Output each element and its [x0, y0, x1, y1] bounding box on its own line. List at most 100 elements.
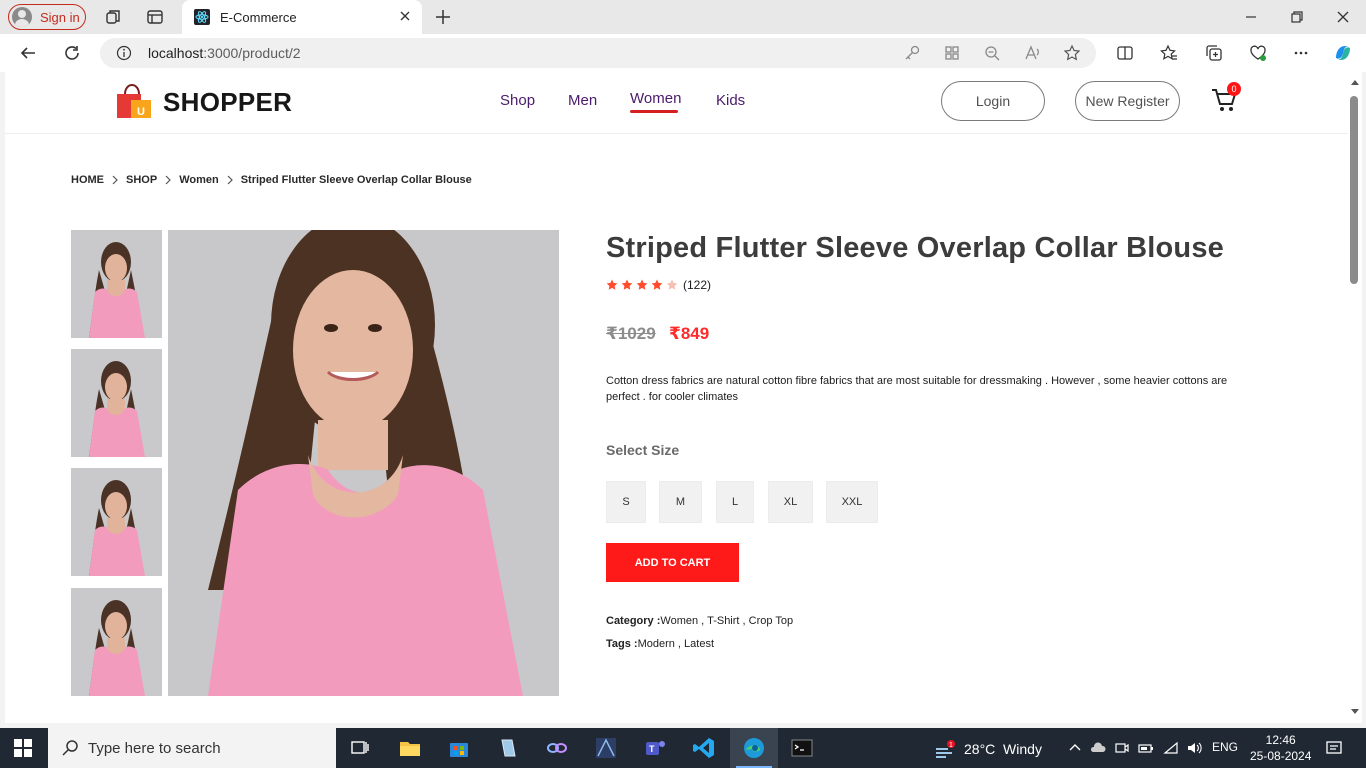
chevron-right-icon	[165, 175, 172, 185]
breadcrumb-category[interactable]: Women	[179, 174, 219, 186]
nav-shop[interactable]: Shop	[500, 92, 535, 109]
product-thumbnail[interactable]	[71, 588, 162, 696]
vscode-icon[interactable]	[692, 736, 716, 760]
browser-tab-active[interactable]: E-Commerce	[182, 0, 422, 34]
star-filled-icon	[636, 279, 648, 290]
chevron-right-icon	[112, 175, 118, 185]
category-label: Category :	[606, 615, 661, 627]
nav-men[interactable]: Men	[568, 92, 597, 109]
notes-app-icon[interactable]	[496, 736, 520, 760]
product-thumbnail[interactable]	[71, 468, 162, 576]
brand-name[interactable]: SHOPPER	[163, 87, 292, 118]
taskbar-clock[interactable]: 12:46 25-08-2024	[1250, 732, 1311, 764]
onedrive-icon[interactable]	[1090, 740, 1106, 756]
wifi-icon[interactable]	[1163, 740, 1179, 756]
close-tab-icon[interactable]	[398, 9, 412, 23]
language-indicator[interactable]: ENG	[1212, 740, 1238, 754]
taskbar-search-input[interactable]: Type here to search	[48, 728, 336, 768]
link-app-icon[interactable]	[545, 736, 569, 760]
size-option-xxl[interactable]: XXL	[826, 481, 878, 523]
react-favicon-icon	[194, 9, 210, 25]
page-scrollbar[interactable]	[1348, 72, 1362, 723]
review-count: (122)	[683, 278, 712, 292]
scroll-down-icon[interactable]	[1350, 708, 1360, 716]
close-window-icon[interactable]	[1334, 8, 1352, 26]
scroll-up-icon[interactable]	[1350, 78, 1360, 86]
split-screen-icon[interactable]	[1116, 44, 1134, 62]
zoom-out-icon[interactable]	[983, 44, 1001, 62]
file-explorer-icon[interactable]	[398, 736, 422, 760]
minimize-icon[interactable]	[1242, 8, 1260, 26]
product-thumbnail[interactable]	[71, 349, 162, 457]
shopper-bag-logo-icon[interactable]: U	[113, 80, 155, 122]
terminal-icon[interactable]	[790, 736, 814, 760]
chevron-up-icon[interactable]	[1067, 740, 1083, 756]
login-button[interactable]: Login	[941, 81, 1045, 121]
weather-widget[interactable]: 1 28°C Windy	[934, 739, 1042, 759]
cart-count-badge: 0	[1227, 82, 1241, 96]
workspaces-icon[interactable]	[104, 8, 122, 26]
profile-avatar-icon	[12, 7, 32, 27]
rating-stars	[606, 279, 681, 291]
size-option-m[interactable]: M	[659, 481, 702, 523]
collections-icon[interactable]	[1205, 44, 1223, 62]
nav-kids[interactable]: Kids	[716, 92, 745, 109]
apps-icon[interactable]	[943, 44, 961, 62]
breadcrumb-shop[interactable]: SHOP	[126, 174, 157, 186]
volume-icon[interactable]	[1186, 740, 1202, 756]
product-thumbnail[interactable]	[71, 230, 162, 338]
url-host: localhost	[148, 45, 204, 61]
svg-text:U: U	[137, 106, 145, 118]
password-key-icon[interactable]	[903, 44, 921, 62]
weather-text: 28°C Windy	[964, 741, 1042, 757]
search-icon	[62, 740, 78, 756]
svg-text:1: 1	[949, 742, 953, 749]
select-size-label: Select Size	[606, 442, 680, 458]
microsoft-store-icon[interactable]	[447, 736, 471, 760]
old-price: ₹1029	[606, 324, 656, 343]
meet-now-icon[interactable]	[1114, 740, 1130, 756]
site-info-icon[interactable]	[116, 45, 132, 61]
notifications-icon[interactable]	[1325, 739, 1343, 757]
web-page: U SHOPPER Shop Men Women Kids Login New …	[5, 72, 1348, 723]
size-option-xl[interactable]: XL	[768, 481, 813, 523]
address-toolbar: localhost:3000/product/2	[0, 34, 1366, 72]
breadcrumb-product: Striped Flutter Sleeve Overlap Collar Bl…	[240, 174, 472, 186]
more-options-icon[interactable]	[1292, 44, 1310, 62]
size-option-l[interactable]: L	[716, 481, 754, 523]
sign-in-button[interactable]: Sign in	[8, 4, 86, 30]
favorite-star-icon[interactable]	[1063, 44, 1081, 62]
breadcrumb-home[interactable]: HOME	[71, 174, 104, 186]
scrollbar-thumb[interactable]	[1350, 96, 1358, 284]
edge-browser-icon[interactable]	[742, 736, 766, 760]
star-empty-icon	[666, 279, 678, 290]
nav-women[interactable]: Women	[630, 90, 681, 107]
star-filled-icon	[606, 279, 618, 290]
task-view-icon[interactable]	[348, 736, 372, 760]
favorites-icon[interactable]	[1160, 44, 1178, 62]
restore-icon[interactable]	[1288, 8, 1306, 26]
new-tab-icon[interactable]	[433, 7, 453, 27]
size-option-s[interactable]: S	[606, 481, 646, 523]
sign-in-label: Sign in	[40, 9, 80, 25]
product-main-image	[168, 230, 559, 696]
browser-essentials-icon[interactable]	[1249, 44, 1267, 62]
active-nav-underline	[630, 110, 678, 113]
tags-value: Modern , Latest	[637, 638, 715, 650]
svg-text:T: T	[649, 744, 655, 754]
new-price: ₹849	[669, 324, 710, 343]
teams-icon[interactable]: T	[643, 736, 667, 760]
tab-actions-icon[interactable]	[146, 8, 164, 26]
back-icon[interactable]	[19, 44, 37, 62]
read-aloud-icon[interactable]	[1023, 44, 1041, 62]
site-header: U SHOPPER Shop Men Women Kids Login New …	[5, 72, 1348, 134]
refresh-icon[interactable]	[63, 44, 81, 62]
sql-tool-icon[interactable]	[594, 736, 618, 760]
product-tags: Tags :Modern , Latest	[606, 638, 714, 650]
breadcrumb: HOME SHOP Women Striped Flutter Sleeve O…	[71, 174, 472, 186]
windows-start-icon[interactable]	[14, 739, 32, 757]
new-register-button[interactable]: New Register	[1075, 81, 1180, 121]
battery-icon[interactable]	[1138, 740, 1154, 756]
copilot-icon[interactable]	[1332, 42, 1354, 64]
add-to-cart-button[interactable]: ADD TO CART	[606, 543, 739, 582]
